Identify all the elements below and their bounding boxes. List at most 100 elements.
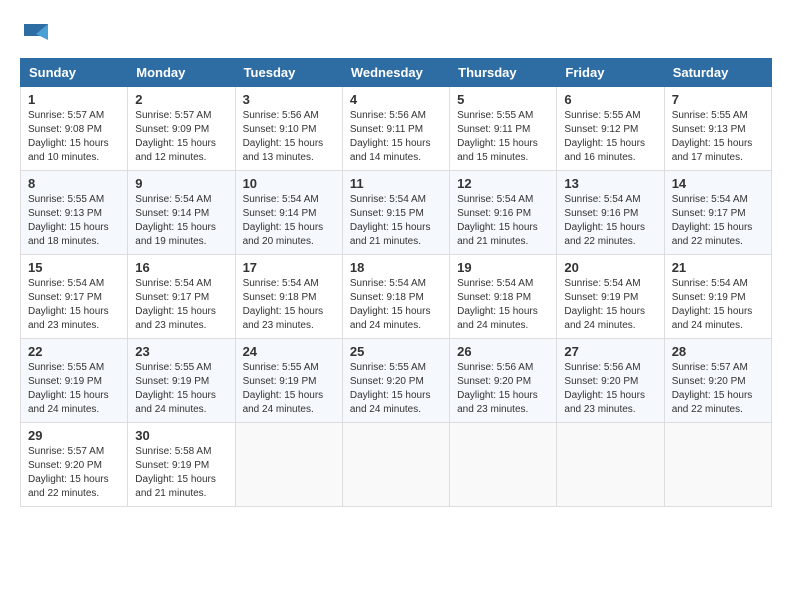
calendar-cell: 7 Sunrise: 5:55 AM Sunset: 9:13 PM Dayli…	[664, 87, 771, 171]
logo-icon	[20, 20, 52, 48]
calendar-cell: 23 Sunrise: 5:55 AM Sunset: 9:19 PM Dayl…	[128, 339, 235, 423]
calendar-cell: 2 Sunrise: 5:57 AM Sunset: 9:09 PM Dayli…	[128, 87, 235, 171]
day-number: 6	[564, 92, 656, 107]
day-number: 17	[243, 260, 335, 275]
day-number: 9	[135, 176, 227, 191]
day-number: 22	[28, 344, 120, 359]
calendar-cell: 10 Sunrise: 5:54 AM Sunset: 9:14 PM Dayl…	[235, 171, 342, 255]
calendar-cell: 8 Sunrise: 5:55 AM Sunset: 9:13 PM Dayli…	[21, 171, 128, 255]
day-info: Sunrise: 5:54 AM Sunset: 9:17 PM Dayligh…	[28, 277, 120, 333]
calendar-cell	[450, 423, 557, 507]
day-number: 28	[672, 344, 764, 359]
day-info: Sunrise: 5:56 AM Sunset: 9:10 PM Dayligh…	[243, 109, 335, 165]
day-info: Sunrise: 5:54 AM Sunset: 9:17 PM Dayligh…	[672, 193, 764, 249]
calendar-cell: 14 Sunrise: 5:54 AM Sunset: 9:17 PM Dayl…	[664, 171, 771, 255]
calendar-cell: 24 Sunrise: 5:55 AM Sunset: 9:19 PM Dayl…	[235, 339, 342, 423]
day-number: 10	[243, 176, 335, 191]
calendar-cell: 26 Sunrise: 5:56 AM Sunset: 9:20 PM Dayl…	[450, 339, 557, 423]
weekday-header: Saturday	[664, 59, 771, 87]
day-info: Sunrise: 5:54 AM Sunset: 9:17 PM Dayligh…	[135, 277, 227, 333]
day-info: Sunrise: 5:58 AM Sunset: 9:19 PM Dayligh…	[135, 445, 227, 501]
weekday-header: Tuesday	[235, 59, 342, 87]
calendar-cell: 17 Sunrise: 5:54 AM Sunset: 9:18 PM Dayl…	[235, 255, 342, 339]
day-info: Sunrise: 5:57 AM Sunset: 9:08 PM Dayligh…	[28, 109, 120, 165]
day-number: 13	[564, 176, 656, 191]
day-number: 5	[457, 92, 549, 107]
day-info: Sunrise: 5:54 AM Sunset: 9:16 PM Dayligh…	[564, 193, 656, 249]
day-number: 21	[672, 260, 764, 275]
day-number: 20	[564, 260, 656, 275]
weekday-header: Wednesday	[342, 59, 449, 87]
day-number: 11	[350, 176, 442, 191]
calendar-cell: 19 Sunrise: 5:54 AM Sunset: 9:18 PM Dayl…	[450, 255, 557, 339]
day-info: Sunrise: 5:55 AM Sunset: 9:20 PM Dayligh…	[350, 361, 442, 417]
day-info: Sunrise: 5:54 AM Sunset: 9:19 PM Dayligh…	[672, 277, 764, 333]
calendar-cell: 30 Sunrise: 5:58 AM Sunset: 9:19 PM Dayl…	[128, 423, 235, 507]
calendar-cell: 18 Sunrise: 5:54 AM Sunset: 9:18 PM Dayl…	[342, 255, 449, 339]
weekday-header: Monday	[128, 59, 235, 87]
day-number: 1	[28, 92, 120, 107]
day-info: Sunrise: 5:55 AM Sunset: 9:11 PM Dayligh…	[457, 109, 549, 165]
calendar-cell: 25 Sunrise: 5:55 AM Sunset: 9:20 PM Dayl…	[342, 339, 449, 423]
day-info: Sunrise: 5:57 AM Sunset: 9:20 PM Dayligh…	[672, 361, 764, 417]
calendar-cell: 28 Sunrise: 5:57 AM Sunset: 9:20 PM Dayl…	[664, 339, 771, 423]
day-number: 25	[350, 344, 442, 359]
weekday-header: Friday	[557, 59, 664, 87]
day-info: Sunrise: 5:56 AM Sunset: 9:20 PM Dayligh…	[457, 361, 549, 417]
calendar-cell	[664, 423, 771, 507]
calendar-cell: 11 Sunrise: 5:54 AM Sunset: 9:15 PM Dayl…	[342, 171, 449, 255]
day-number: 29	[28, 428, 120, 443]
calendar-cell: 20 Sunrise: 5:54 AM Sunset: 9:19 PM Dayl…	[557, 255, 664, 339]
calendar-week-row: 29 Sunrise: 5:57 AM Sunset: 9:20 PM Dayl…	[21, 423, 772, 507]
calendar-cell: 12 Sunrise: 5:54 AM Sunset: 9:16 PM Dayl…	[450, 171, 557, 255]
header	[20, 20, 772, 48]
day-info: Sunrise: 5:57 AM Sunset: 9:09 PM Dayligh…	[135, 109, 227, 165]
day-info: Sunrise: 5:57 AM Sunset: 9:20 PM Dayligh…	[28, 445, 120, 501]
calendar-cell	[342, 423, 449, 507]
calendar-week-row: 1 Sunrise: 5:57 AM Sunset: 9:08 PM Dayli…	[21, 87, 772, 171]
calendar-cell: 22 Sunrise: 5:55 AM Sunset: 9:19 PM Dayl…	[21, 339, 128, 423]
calendar-cell: 6 Sunrise: 5:55 AM Sunset: 9:12 PM Dayli…	[557, 87, 664, 171]
day-number: 18	[350, 260, 442, 275]
calendar-cell: 27 Sunrise: 5:56 AM Sunset: 9:20 PM Dayl…	[557, 339, 664, 423]
day-number: 16	[135, 260, 227, 275]
day-number: 14	[672, 176, 764, 191]
day-number: 8	[28, 176, 120, 191]
day-info: Sunrise: 5:56 AM Sunset: 9:11 PM Dayligh…	[350, 109, 442, 165]
calendar-cell: 21 Sunrise: 5:54 AM Sunset: 9:19 PM Dayl…	[664, 255, 771, 339]
day-info: Sunrise: 5:55 AM Sunset: 9:12 PM Dayligh…	[564, 109, 656, 165]
calendar-cell: 5 Sunrise: 5:55 AM Sunset: 9:11 PM Dayli…	[450, 87, 557, 171]
day-info: Sunrise: 5:54 AM Sunset: 9:19 PM Dayligh…	[564, 277, 656, 333]
day-info: Sunrise: 5:56 AM Sunset: 9:20 PM Dayligh…	[564, 361, 656, 417]
day-number: 30	[135, 428, 227, 443]
weekday-header: Thursday	[450, 59, 557, 87]
calendar-header-row: SundayMondayTuesdayWednesdayThursdayFrid…	[21, 59, 772, 87]
day-number: 3	[243, 92, 335, 107]
calendar-cell: 13 Sunrise: 5:54 AM Sunset: 9:16 PM Dayl…	[557, 171, 664, 255]
day-info: Sunrise: 5:54 AM Sunset: 9:16 PM Dayligh…	[457, 193, 549, 249]
calendar-cell: 9 Sunrise: 5:54 AM Sunset: 9:14 PM Dayli…	[128, 171, 235, 255]
day-info: Sunrise: 5:55 AM Sunset: 9:19 PM Dayligh…	[28, 361, 120, 417]
day-number: 26	[457, 344, 549, 359]
day-info: Sunrise: 5:55 AM Sunset: 9:13 PM Dayligh…	[672, 109, 764, 165]
day-number: 7	[672, 92, 764, 107]
calendar-cell: 4 Sunrise: 5:56 AM Sunset: 9:11 PM Dayli…	[342, 87, 449, 171]
day-number: 19	[457, 260, 549, 275]
day-info: Sunrise: 5:55 AM Sunset: 9:19 PM Dayligh…	[243, 361, 335, 417]
logo	[20, 20, 56, 48]
weekday-header: Sunday	[21, 59, 128, 87]
calendar-cell	[557, 423, 664, 507]
calendar: SundayMondayTuesdayWednesdayThursdayFrid…	[20, 58, 772, 507]
calendar-cell: 15 Sunrise: 5:54 AM Sunset: 9:17 PM Dayl…	[21, 255, 128, 339]
calendar-week-row: 15 Sunrise: 5:54 AM Sunset: 9:17 PM Dayl…	[21, 255, 772, 339]
calendar-cell: 29 Sunrise: 5:57 AM Sunset: 9:20 PM Dayl…	[21, 423, 128, 507]
day-number: 24	[243, 344, 335, 359]
calendar-cell: 3 Sunrise: 5:56 AM Sunset: 9:10 PM Dayli…	[235, 87, 342, 171]
calendar-cell	[235, 423, 342, 507]
day-number: 15	[28, 260, 120, 275]
day-info: Sunrise: 5:54 AM Sunset: 9:18 PM Dayligh…	[243, 277, 335, 333]
day-number: 27	[564, 344, 656, 359]
day-number: 4	[350, 92, 442, 107]
calendar-week-row: 8 Sunrise: 5:55 AM Sunset: 9:13 PM Dayli…	[21, 171, 772, 255]
day-number: 23	[135, 344, 227, 359]
